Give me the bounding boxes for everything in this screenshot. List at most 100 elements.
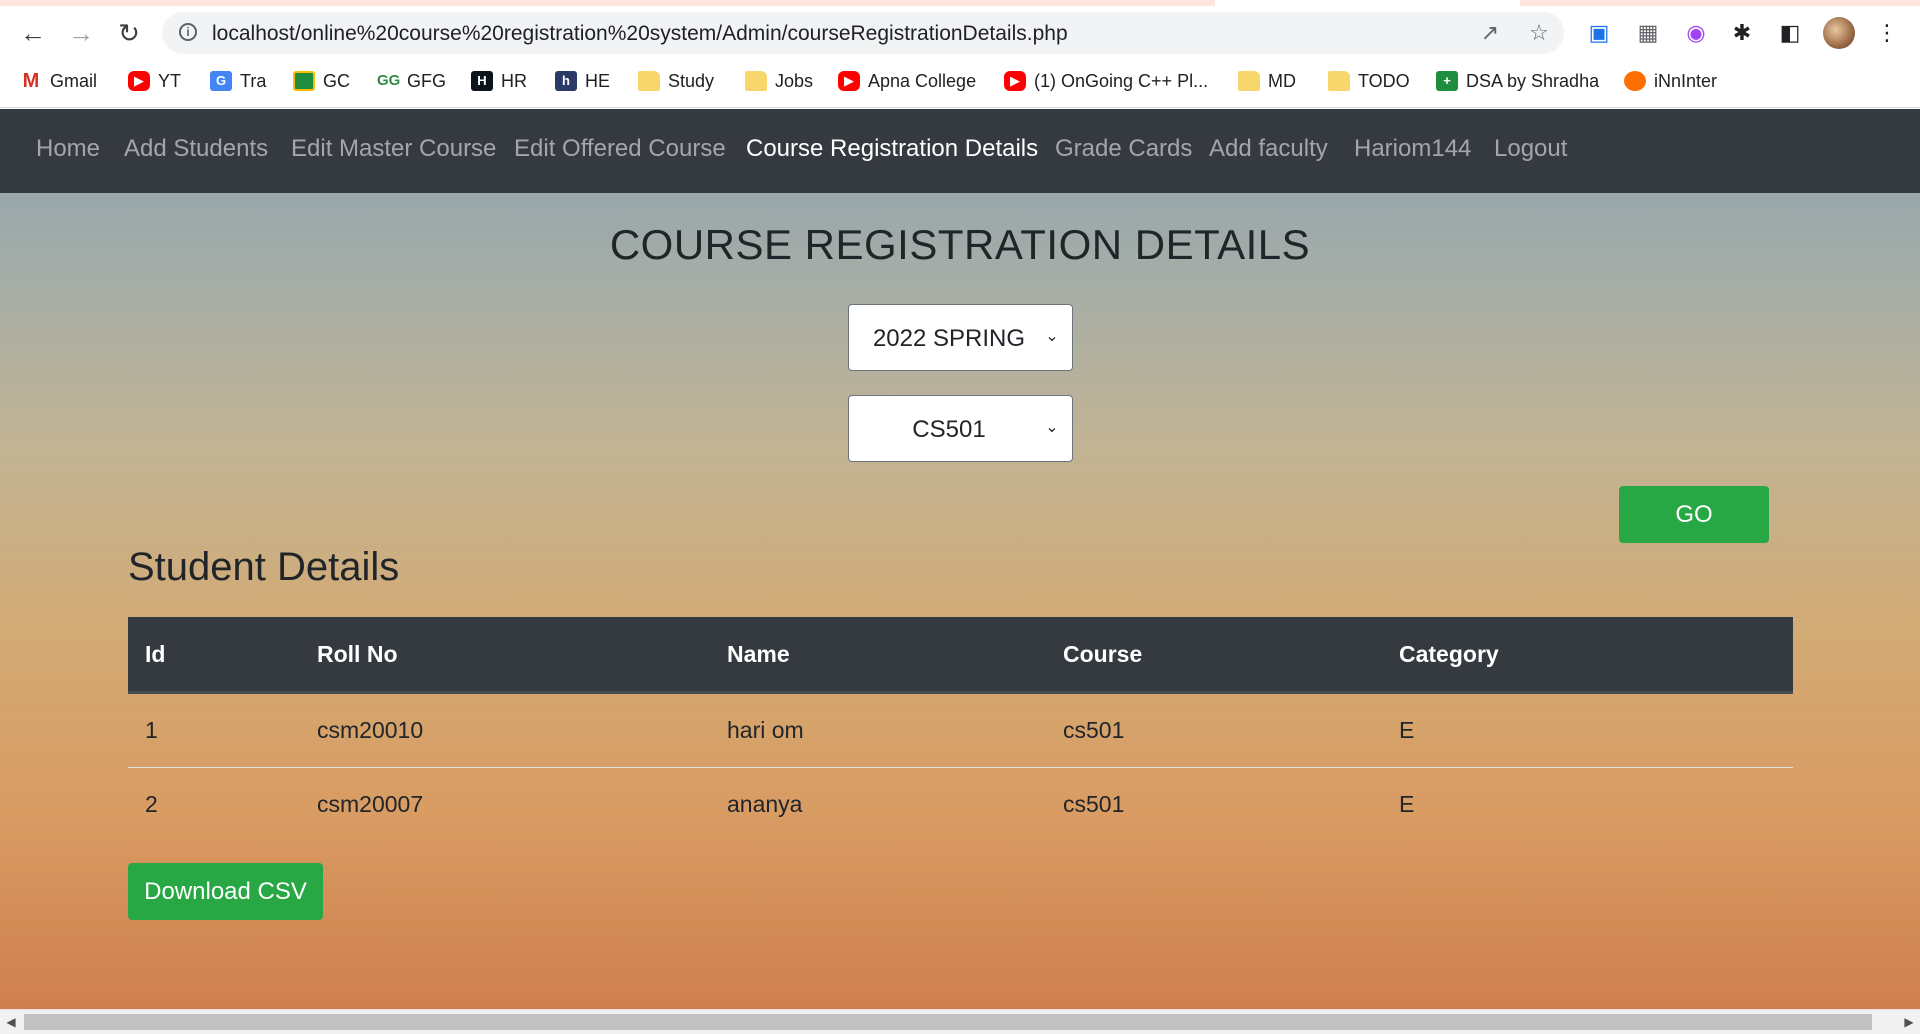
back-icon[interactable]: ← [14, 14, 52, 52]
cell-roll-no: csm20010 [300, 692, 710, 768]
chevron-down-icon: ⌄ [1045, 328, 1059, 345]
student-details-title: Student Details [128, 545, 400, 589]
cell-name: hari om [710, 692, 1046, 768]
sheets-icon: + [1436, 71, 1458, 91]
youtube-icon: ▶ [128, 71, 150, 91]
cell-roll-no: csm20007 [317, 791, 424, 817]
horizontal-scrollbar[interactable]: ◀ ▶ [0, 1009, 1920, 1034]
scrollbar-thumb[interactable] [24, 1014, 1872, 1030]
bookmark-study[interactable]: Study [638, 66, 714, 96]
cell-course: cs501 [1063, 791, 1125, 817]
cell-id: 1 [128, 692, 300, 768]
folder-icon [638, 71, 660, 91]
folder-icon [745, 71, 767, 91]
folder-icon [1328, 71, 1350, 91]
nav-course-registration-details[interactable]: Course Registration Details [746, 135, 1038, 163]
bookmark-label: Jobs [775, 70, 814, 91]
broadcast-extension-icon[interactable]: ◉ [1681, 18, 1711, 48]
bookmark-label: MD [1268, 70, 1296, 91]
scroll-right-icon[interactable]: ▶ [1900, 1013, 1918, 1031]
nav-edit-master-course[interactable]: Edit Master Course [291, 135, 496, 163]
gmail-icon: M [20, 71, 42, 91]
bookmark-yt[interactable]: ▶ YT [128, 66, 181, 96]
url-text[interactable]: localhost/online%20course%20registration… [212, 22, 1068, 46]
bookmark-label: GC [323, 70, 350, 91]
bookmark-gmail[interactable]: M Gmail [20, 66, 97, 96]
cell-id: 2 [145, 791, 158, 817]
page-body: Home Add Students Edit Master Course Edi… [0, 109, 1920, 1009]
scroll-left-icon[interactable]: ◀ [2, 1013, 20, 1031]
table-row: 1 csm20010 hari om cs501 E [128, 692, 1793, 768]
bookmark-todo[interactable]: TODO [1328, 66, 1410, 96]
cell-category: E [1399, 791, 1415, 817]
course-select-value: CS501 [912, 416, 986, 443]
profile-avatar[interactable] [1823, 17, 1855, 49]
bookmark-label: DSA by Shradha [1466, 70, 1600, 91]
bookmark-innovation[interactable]: iNnInter [1624, 66, 1717, 96]
side-panel-icon[interactable]: ◧ [1775, 18, 1805, 48]
youtube-icon: ▶ [838, 71, 860, 91]
hackerearth-icon: h [555, 71, 577, 91]
bookmark-label: (1) OnGoing C++ Pl... [1034, 70, 1209, 91]
bookmark-dsa[interactable]: + DSA by Shradha [1436, 66, 1599, 96]
nav-edit-offered-course[interactable]: Edit Offered Course [514, 135, 726, 163]
bookmark-star-icon[interactable]: ☆ [1526, 20, 1552, 46]
column-header-category: Category [1382, 617, 1793, 694]
screen-capture-extension-icon[interactable]: ▣ [1584, 18, 1614, 48]
nav-logout[interactable]: Logout [1494, 135, 1567, 163]
forward-icon[interactable]: → [62, 14, 100, 52]
bookmarks-bar: M Gmail ▶ YT G Tra GC GG GFG H HR h HE Study J… [0, 66, 1920, 96]
cell-category: E [1382, 692, 1793, 768]
column-header-course: Course [1046, 617, 1382, 694]
translate-icon: G [210, 71, 232, 91]
column-header-name: Name [710, 617, 1046, 694]
bookmark-label: Apna College [868, 70, 977, 91]
bookmark-tra[interactable]: G Tra [210, 66, 266, 96]
site-info-icon[interactable]: i [179, 23, 197, 41]
browser-toolbar: ← → ↻ i localhost/online%20course%20regi… [0, 0, 1920, 108]
tab-strip-right [1520, 0, 1920, 6]
more-menu-icon[interactable]: ⋮ [1872, 18, 1902, 48]
table-row: 2 csm20007 ananya cs501 E [128, 768, 1793, 842]
cell-course: cs501 [1046, 692, 1382, 768]
bookmark-label: Study [668, 70, 715, 91]
admin-navbar: Home Add Students Edit Master Course Edi… [0, 109, 1920, 193]
bookmark-gc[interactable]: GC [293, 66, 350, 96]
folder-icon [1238, 71, 1260, 91]
bookmark-gfg[interactable]: GG GFG [377, 66, 446, 96]
nav-add-faculty[interactable]: Add faculty [1209, 135, 1328, 163]
bookmark-md[interactable]: MD [1238, 66, 1296, 96]
bookmark-label: GFG [407, 70, 446, 91]
bookmark-label: HE [585, 70, 611, 91]
share-icon[interactable]: ↗ [1477, 20, 1503, 46]
column-header-roll-no: Roll No [300, 617, 710, 694]
registration-table: Id Roll No Name Course Category 1 csm200… [128, 617, 1793, 841]
course-select[interactable]: CS501 ⌄ [848, 395, 1073, 462]
extension-thumbnail-icon[interactable]: ▦ [1633, 18, 1663, 48]
tab-strip [0, 0, 1215, 6]
bookmark-label: TODO [1358, 70, 1410, 91]
bookmark-label: YT [158, 70, 182, 91]
bookmark-jobs[interactable]: Jobs [745, 66, 813, 96]
bookmark-he[interactable]: h HE [555, 66, 610, 96]
nav-grade-cards[interactable]: Grade Cards [1055, 135, 1192, 163]
youtube-icon: ▶ [1004, 71, 1026, 91]
download-csv-button[interactable]: Download CSV [128, 863, 323, 920]
table-header-row: Id Roll No Name Course Category [128, 617, 1793, 694]
reload-icon[interactable]: ↻ [110, 14, 148, 52]
session-select-value: 2022 SPRING [872, 325, 1026, 352]
bookmark-label: Gmail [50, 70, 98, 91]
bookmark-hr[interactable]: H HR [471, 66, 527, 96]
chevron-down-icon: ⌄ [1045, 419, 1059, 436]
page-title: COURSE REGISTRATION DETAILS [609, 221, 1311, 268]
nav-add-students[interactable]: Add Students [124, 135, 268, 163]
puzzle-extensions-icon[interactable]: ✱ [1727, 18, 1757, 48]
innovation-icon [1624, 71, 1646, 91]
bookmark-ongoing-cpp[interactable]: ▶ (1) OnGoing C++ Pl... [1004, 66, 1208, 96]
address-bar[interactable]: i localhost/online%20course%20registrati… [162, 12, 1564, 54]
go-button[interactable]: GO [1619, 486, 1769, 543]
bookmark-apna-college[interactable]: ▶ Apna College [838, 66, 976, 96]
nav-user-hariom144[interactable]: Hariom144 [1354, 135, 1471, 163]
session-select[interactable]: 2022 SPRING ⌄ [848, 304, 1073, 371]
nav-home[interactable]: Home [36, 135, 100, 163]
